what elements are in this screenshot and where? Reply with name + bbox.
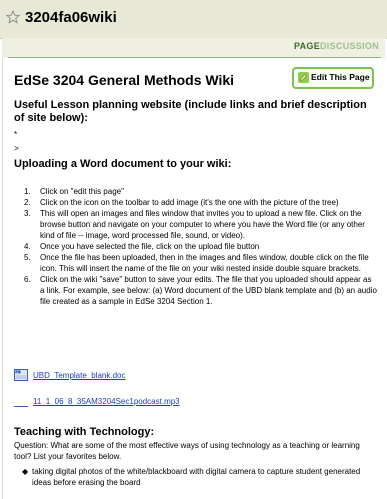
- page-tabs: PAGE DISCUSSION: [2, 38, 385, 58]
- list-item: 1. Click on "edit this page": [24, 187, 124, 196]
- star-icon[interactable]: [6, 10, 20, 24]
- edit-page-label: Edit This Page: [311, 72, 370, 82]
- section-heading-lesson-planning: Useful Lesson planning website (include …: [14, 99, 367, 124]
- upload-steps-list: 1. Click on "edit this page" 2. Click on t…: [14, 186, 377, 307]
- list-item: 5. Once the file has been uploaded, then …: [24, 253, 369, 273]
- audio-file-icon: [14, 406, 28, 407]
- section-heading-upload: Uploading a Word document to your wiki:: [14, 158, 232, 170]
- tab-page[interactable]: PAGE: [294, 41, 320, 51]
- tab-divider: [8, 57, 381, 58]
- svg-text:W: W: [16, 370, 19, 374]
- bullet-icon: ◆: [22, 467, 29, 476]
- pencil-icon: [298, 72, 309, 83]
- list-item: 3. This will open an images and files win…: [24, 209, 365, 240]
- bullet-line: >: [14, 144, 19, 153]
- file-link-ubd-template[interactable]: UBD_Template_blank.doc: [33, 371, 126, 380]
- page-title: EdSe 3204 General Methods Wiki: [14, 72, 235, 88]
- list-item: 6. Click on the wiki "save" button to sav…: [24, 275, 377, 306]
- list-item: 4. Once you have selected the file, click…: [24, 242, 260, 251]
- edit-page-button[interactable]: Edit This Page: [292, 67, 374, 89]
- wiki-header: 3204fa06wiki: [0, 0, 387, 39]
- wiki-name[interactable]: 3204fa06wiki: [25, 9, 117, 26]
- bullet-line: *: [14, 130, 18, 139]
- section-heading-technology: Teaching with Technology:: [14, 426, 155, 438]
- question-text: Question: What are some of the most effe…: [14, 441, 360, 461]
- file-link-podcast[interactable]: 11_1_06_8_35AM3204Sec1podcast.mp3: [33, 397, 180, 406]
- word-doc-icon: W: [14, 369, 28, 381]
- list-item: ◆ taking digital photos of the white/bla…: [22, 467, 361, 487]
- tab-discussion[interactable]: DISCUSSION: [320, 41, 379, 51]
- list-item: 2. Click on the icon on the toolbar to ad…: [24, 198, 339, 207]
